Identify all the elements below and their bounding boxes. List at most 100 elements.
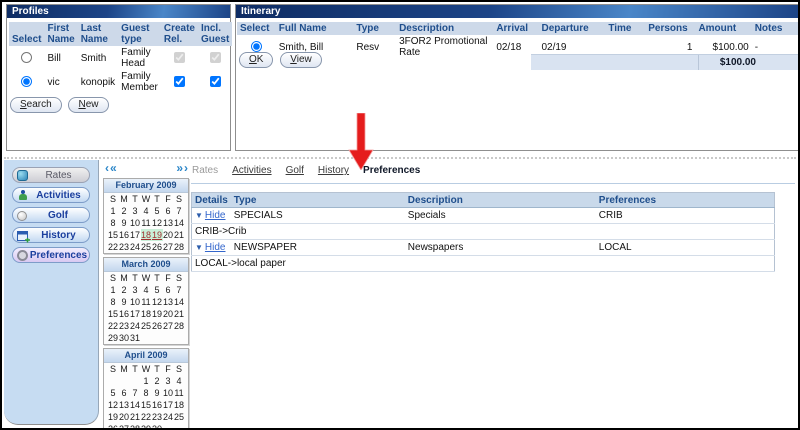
calendar-day[interactable]: 27 xyxy=(163,320,174,332)
calendar-day[interactable]: 24 xyxy=(130,320,141,332)
calendar-day[interactable]: 21 xyxy=(174,308,185,320)
hide-link[interactable]: Hide xyxy=(205,210,226,221)
calendar-day[interactable]: 17 xyxy=(130,229,141,241)
calendar-day[interactable]: 22 xyxy=(108,320,119,332)
calendar-day[interactable]: 24 xyxy=(130,241,141,253)
create-rel-checkbox[interactable] xyxy=(174,76,185,87)
calendar-day[interactable]: 1 xyxy=(108,284,119,296)
calendar-day[interactable]: 18 xyxy=(141,308,152,320)
calendar-day[interactable]: 14 xyxy=(174,296,185,308)
calendar-day[interactable]: 8 xyxy=(141,387,152,399)
calendar-day[interactable]: 10 xyxy=(130,217,141,229)
calendar-day[interactable]: 7 xyxy=(174,284,185,296)
calendar-day[interactable]: 2 xyxy=(152,375,163,387)
calendar-day[interactable]: 11 xyxy=(174,387,185,399)
sidebar-item-rates[interactable]: Rates xyxy=(12,167,90,183)
calendar-day[interactable]: 13 xyxy=(163,296,174,308)
calendar-day[interactable]: 6 xyxy=(163,205,174,217)
calendar-day[interactable]: 21 xyxy=(130,411,141,423)
calendar-day[interactable]: 14 xyxy=(130,399,141,411)
calendar-day[interactable]: 17 xyxy=(130,308,141,320)
calendar-day[interactable]: 7 xyxy=(174,205,185,217)
profile-select-radio[interactable] xyxy=(21,52,32,63)
profile-select-radio[interactable] xyxy=(21,76,32,87)
calendar-day[interactable]: 29 xyxy=(141,423,152,430)
calendar-day[interactable]: 26 xyxy=(152,320,163,332)
calendar-day[interactable]: 29 xyxy=(108,332,119,344)
calendar-next-icon[interactable]: »› xyxy=(176,162,189,175)
calendar-day[interactable]: 11 xyxy=(141,217,152,229)
calendar-day[interactable]: 28 xyxy=(130,423,141,430)
calendar-day[interactable]: 16 xyxy=(119,229,130,241)
sidebar-item-history[interactable]: History xyxy=(12,227,90,243)
calendar-day[interactable]: 26 xyxy=(108,423,119,430)
calendar-day[interactable]: 22 xyxy=(108,241,119,253)
calendar-day[interactable]: 11 xyxy=(141,296,152,308)
calendar-day[interactable]: 15 xyxy=(108,308,119,320)
calendar-day[interactable]: 31 xyxy=(130,332,141,344)
calendar-day[interactable]: 15 xyxy=(141,399,152,411)
calendar-day[interactable]: 2 xyxy=(119,205,130,217)
calendar-day[interactable]: 16 xyxy=(119,308,130,320)
calendar-day[interactable]: 7 xyxy=(130,387,141,399)
calendar-day[interactable]: 5 xyxy=(152,205,163,217)
tab-activities[interactable]: Activities xyxy=(232,165,271,176)
calendar-day[interactable]: 15 xyxy=(108,229,119,241)
calendar-day[interactable]: 8 xyxy=(108,217,119,229)
calendar-day[interactable]: 6 xyxy=(163,284,174,296)
tab-golf[interactable]: Golf xyxy=(286,165,304,176)
calendar-day[interactable]: 3 xyxy=(163,375,174,387)
calendar-day[interactable]: 12 xyxy=(152,217,163,229)
calendar-day[interactable]: 17 xyxy=(163,399,174,411)
calendar-day[interactable]: 20 xyxy=(163,229,174,241)
calendar-day[interactable]: 9 xyxy=(119,217,130,229)
calendar-day[interactable]: 24 xyxy=(163,411,174,423)
calendar-day[interactable]: 6 xyxy=(119,387,130,399)
calendar-day[interactable]: 8 xyxy=(108,296,119,308)
calendar-day[interactable]: 19 xyxy=(152,229,163,241)
calendar-day[interactable]: 9 xyxy=(119,296,130,308)
calendar-day[interactable]: 26 xyxy=(152,241,163,253)
calendar-day[interactable]: 19 xyxy=(108,411,119,423)
calendar-day[interactable]: 27 xyxy=(163,241,174,253)
incl-guest-checkbox[interactable] xyxy=(210,76,221,87)
hide-link[interactable]: Hide xyxy=(205,242,226,253)
calendar-day[interactable]: 23 xyxy=(119,241,130,253)
calendar-day[interactable]: 20 xyxy=(119,411,130,423)
calendar-day[interactable]: 28 xyxy=(174,320,185,332)
calendar-day[interactable]: 13 xyxy=(119,399,130,411)
calendar-day[interactable]: 3 xyxy=(130,205,141,217)
calendar-day[interactable]: 5 xyxy=(152,284,163,296)
calendar-day[interactable]: 1 xyxy=(108,205,119,217)
calendar-day[interactable]: 30 xyxy=(152,423,163,430)
calendar-day[interactable]: 2 xyxy=(119,284,130,296)
sidebar-item-preferences[interactable]: Preferences xyxy=(12,247,90,263)
calendar-day[interactable]: 12 xyxy=(152,296,163,308)
calendar-day[interactable]: 19 xyxy=(152,308,163,320)
calendar-day[interactable]: 12 xyxy=(108,399,119,411)
calendar-day[interactable]: 4 xyxy=(141,205,152,217)
calendar-day[interactable]: 22 xyxy=(141,411,152,423)
calendar-day[interactable]: 23 xyxy=(119,320,130,332)
calendar-day[interactable]: 23 xyxy=(152,411,163,423)
calendar-day[interactable]: 18 xyxy=(174,399,185,411)
sidebar-item-golf[interactable]: Golf xyxy=(12,207,90,223)
itinerary-select-radio[interactable] xyxy=(251,41,262,52)
calendar-day[interactable]: 28 xyxy=(174,241,185,253)
calendar-day[interactable]: 9 xyxy=(152,387,163,399)
sidebar-item-activities[interactable]: Activities xyxy=(12,187,90,203)
calendar-day[interactable]: 3 xyxy=(130,284,141,296)
calendar-day[interactable]: 25 xyxy=(141,320,152,332)
calendar-day[interactable]: 13 xyxy=(163,217,174,229)
view-button[interactable]: View xyxy=(280,52,322,68)
calendar-day[interactable]: 25 xyxy=(174,411,185,423)
search-button[interactable]: Search xyxy=(10,97,62,113)
calendar-day[interactable]: 30 xyxy=(119,332,130,344)
calendar-day[interactable]: 10 xyxy=(130,296,141,308)
calendar-day[interactable]: 25 xyxy=(141,241,152,253)
calendar-day[interactable]: 4 xyxy=(141,284,152,296)
calendar-day[interactable]: 5 xyxy=(108,387,119,399)
calendar-prev-icon[interactable]: ‹« xyxy=(105,162,118,175)
ok-button[interactable]: OK xyxy=(239,52,273,68)
calendar-day[interactable]: 4 xyxy=(174,375,185,387)
